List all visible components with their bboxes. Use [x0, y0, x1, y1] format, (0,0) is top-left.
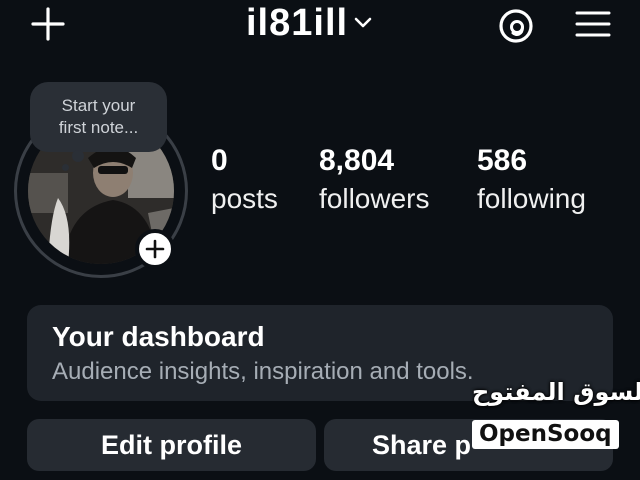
hamburger-menu-icon: [575, 11, 611, 37]
stat-posts[interactable]: 0 posts: [211, 142, 278, 218]
watermark-latin-text: OpenSooq: [472, 420, 619, 449]
posts-label: posts: [211, 183, 278, 214]
note-bubble[interactable]: Start your first note...: [30, 82, 167, 152]
opensooq-watermark: السوق المفتوح OpenSooq: [470, 378, 640, 458]
dashboard-title: Your dashboard: [52, 321, 265, 352]
share-profile-label: Share p: [372, 429, 472, 460]
edit-profile-button[interactable]: Edit profile: [27, 419, 316, 471]
menu-button[interactable]: [571, 4, 615, 44]
create-button[interactable]: [28, 4, 68, 44]
threads-icon: [499, 9, 533, 43]
watermark-arabic-text: السوق المفتوح: [472, 378, 640, 406]
plus-icon: [31, 7, 65, 41]
note-prompt-line1: Start your: [61, 96, 136, 115]
posts-count: 0: [211, 144, 228, 177]
stat-followers[interactable]: 8,804 followers: [319, 142, 429, 218]
following-label: following: [477, 183, 586, 214]
note-bubble-tail-small: [62, 164, 69, 171]
chevron-down-icon: [354, 17, 372, 28]
threads-button[interactable]: [494, 4, 538, 48]
following-count: 586: [477, 144, 528, 177]
profile-screen: il81ill Start your first note... 0 posts…: [0, 0, 640, 480]
account-switcher[interactable]: il81ill: [246, 0, 372, 46]
plus-icon: [145, 239, 165, 259]
note-bubble-tail: [72, 150, 84, 162]
edit-profile-label: Edit profile: [101, 429, 242, 460]
add-story-button[interactable]: [135, 229, 175, 269]
followers-label: followers: [319, 183, 430, 214]
stat-following[interactable]: 586 following: [477, 142, 586, 218]
top-bar: il81ill: [0, 0, 640, 50]
followers-count: 8,804: [319, 144, 395, 177]
username: il81ill: [246, 1, 349, 44]
note-prompt-line2: first note...: [58, 118, 139, 137]
